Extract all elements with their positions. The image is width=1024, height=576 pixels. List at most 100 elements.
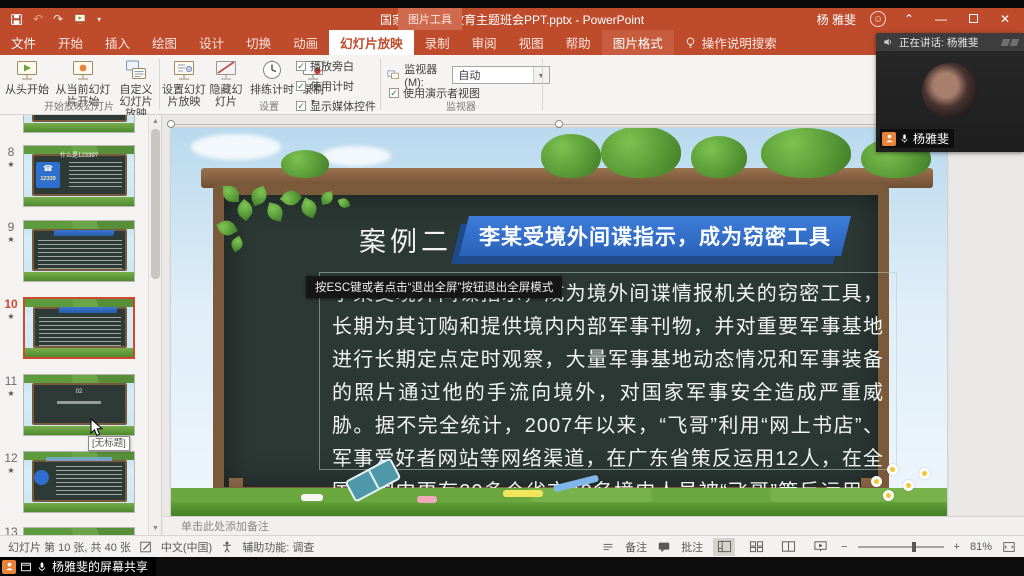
zoom-slider-knob[interactable] (912, 542, 916, 552)
tab-draw[interactable]: 绘图 (141, 30, 188, 55)
group-label: 开始放映幻灯片 (0, 98, 158, 113)
from-beginning-icon (15, 58, 39, 82)
quick-access-toolbar: ↶ ↷ ▾ (0, 12, 130, 26)
screen-share-badge[interactable]: 杨雅斐的屏幕共享 (0, 557, 156, 576)
animation-star-icon: ★ (2, 160, 20, 169)
comments-toggle-button[interactable]: 批注 (681, 539, 703, 555)
animation-star-icon: ★ (2, 312, 20, 321)
meeting-overlay[interactable]: 正在讲话: 杨雅斐 杨雅斐 (876, 33, 1024, 152)
scroll-up-icon[interactable]: ▲ (149, 115, 162, 128)
language-indicator[interactable]: 中文(中国) (161, 539, 212, 555)
qat-more-icon[interactable]: ▾ (97, 15, 101, 24)
window-icon (20, 561, 32, 573)
zoom-slider[interactable] (858, 546, 944, 548)
slide-13-thumbnail-partial[interactable] (23, 527, 135, 535)
close-button[interactable]: ✕ (996, 12, 1014, 26)
monitor-value: 自动 (453, 67, 532, 83)
accessibility-status[interactable]: 辅助功能: 调查 (242, 539, 314, 555)
monitors-icon (387, 68, 399, 83)
case-label[interactable]: 案例二 (359, 220, 452, 259)
animation-star-icon: ★ (2, 466, 20, 475)
tab-slideshow[interactable]: 幻灯片放映 (329, 30, 414, 55)
tell-me-search[interactable]: 操作说明搜索 (674, 30, 787, 55)
zoom-percentage[interactable]: 81% (970, 541, 992, 553)
slide-number: 13 (2, 525, 20, 535)
tab-home[interactable]: 开始 (47, 30, 94, 55)
slide-9-thumbnail[interactable] (23, 220, 135, 282)
checkbox-checked-icon: ✓ (296, 81, 306, 91)
participant-video[interactable]: 杨雅斐 (876, 51, 1024, 152)
titlebar-controls: 杨 雅斐 ☺ ⌃ — ✕ (817, 11, 1024, 28)
thumbnail-scrollbar[interactable]: ▲ ▼ (148, 115, 161, 535)
tab-animations[interactable]: 动画 (282, 30, 329, 55)
slide-sorter-view-button[interactable] (745, 538, 767, 556)
from-beginning-button[interactable]: 从头开始 (4, 58, 50, 96)
monitor-dropdown[interactable]: 自动 ▾ (452, 66, 549, 84)
tab-design[interactable]: 设计 (188, 30, 235, 55)
zoom-in-button[interactable]: + (954, 541, 960, 553)
notes-placeholder: 单击此处添加备注 (181, 518, 269, 534)
ribbon-display-options-icon[interactable]: ⌃ (900, 12, 918, 26)
slide-8-thumbnail[interactable]: 什么是12339? ☎12339 (23, 145, 135, 207)
slide-12-thumbnail[interactable] (23, 451, 135, 513)
picture-tools-label: 图片工具 (398, 8, 462, 30)
reading-view-button[interactable] (777, 538, 799, 556)
speaker-icon (882, 36, 894, 48)
thumb-grass (25, 348, 133, 357)
tab-file[interactable]: 文件 (0, 30, 47, 55)
save-icon[interactable] (10, 13, 23, 26)
selection-handle[interactable] (555, 120, 563, 128)
main-area: 8 ★ 什么是12339? ☎12339 9 ★ (0, 115, 1024, 535)
phone-icon: ☎ (43, 164, 53, 173)
slide-body-textbox[interactable]: 李某受境外间谍指示，成为境外间谍情报机关的窃密工具，长期为其订购和提供境内内部军… (319, 272, 897, 470)
slide-title-banner[interactable]: 李某受境外间谍指示，成为窃密工具 (464, 216, 846, 256)
group-setup: 设置幻灯片放映 隐藏幻灯片 排练计时 录制 ▾ ✓ 播放旁白 (160, 55, 378, 115)
slideshow-view-button[interactable] (809, 538, 831, 556)
thumb-title-line (46, 457, 112, 461)
slide-canvas[interactable]: 案例二 李某受境外间谍指示，成为窃密工具 李某受境外间谍指示，成为境外间谍情报机… (171, 128, 947, 518)
undo-icon[interactable]: ↶ (33, 12, 43, 26)
tab-review[interactable]: 审阅 (461, 30, 508, 55)
titlebar: ↶ ↷ ▾ 国家安全宣传教育主题班会PPT.pptx - PowerPoint … (0, 8, 1024, 30)
play-narrations-checkbox[interactable]: ✓ 播放旁白 (296, 58, 376, 74)
tell-me-label: 操作说明搜索 (702, 33, 777, 52)
account-avatar-icon[interactable]: ☺ (870, 11, 886, 27)
hide-slide-icon (214, 58, 238, 82)
tab-picture-format[interactable]: 图片格式 (602, 30, 674, 55)
tab-help[interactable]: 帮助 (555, 30, 602, 55)
minimize-button[interactable]: — (932, 12, 950, 26)
group-monitors: 监视器(M): 自动 ▾ ✓ 使用演示者视图 监视器 (381, 55, 541, 115)
thumb-decoration (24, 221, 134, 229)
daisy-decoration (887, 464, 898, 475)
notes-toggle-button[interactable]: 备注 (625, 539, 647, 555)
zoom-out-button[interactable]: − (841, 541, 847, 553)
notes-pane[interactable]: 单击此处添加备注 (163, 516, 1024, 535)
signed-in-user[interactable]: 杨 雅斐 (817, 11, 856, 28)
thumb-text-lines (69, 162, 122, 190)
redo-icon[interactable]: ↷ (53, 12, 63, 26)
slide-10-thumbnail[interactable] (23, 297, 135, 359)
tab-view[interactable]: 视图 (508, 30, 555, 55)
thumb-grass (24, 426, 134, 435)
thumb-circle (34, 470, 49, 485)
cloud-decoration (321, 146, 391, 166)
fit-slide-icon[interactable] (1002, 540, 1016, 554)
slide-7-thumbnail-partial[interactable] (23, 115, 135, 133)
start-slideshow-icon[interactable] (73, 13, 87, 25)
scrollbar-thumb[interactable] (151, 129, 160, 279)
normal-view-button[interactable] (713, 538, 735, 556)
use-timings-checkbox[interactable]: ✓ 使用计时 (296, 78, 376, 94)
accessibility-icon (220, 540, 234, 554)
thumb-banner (58, 307, 117, 313)
slide-11-thumbnail[interactable]: 02 (23, 374, 135, 436)
tab-insert[interactable]: 插入 (94, 30, 141, 55)
slide-number: 11 (2, 374, 20, 388)
rehearse-timings-button[interactable]: 排练计时 (246, 58, 298, 96)
thumb-banner (53, 230, 114, 236)
tab-record[interactable]: 录制 (414, 30, 461, 55)
selection-handle[interactable] (167, 120, 175, 128)
ink-icon[interactable] (139, 540, 153, 554)
tab-transitions[interactable]: 切换 (235, 30, 282, 55)
restore-button[interactable] (964, 12, 982, 26)
scroll-down-icon[interactable]: ▼ (149, 522, 162, 535)
